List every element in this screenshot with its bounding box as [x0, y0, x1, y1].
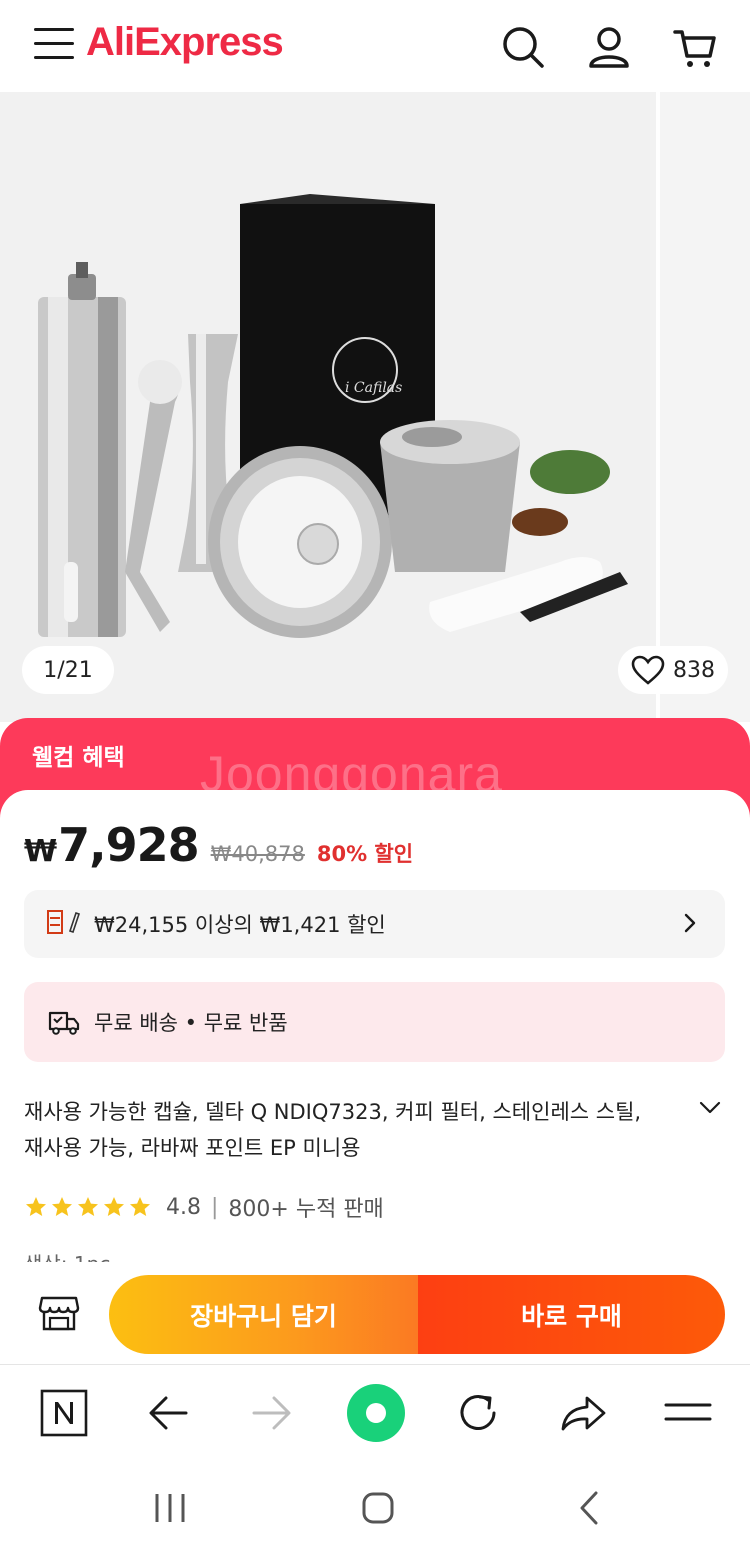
user-icon[interactable] — [586, 24, 632, 70]
sale-price: ₩7,928 — [24, 818, 200, 872]
rating-value: 4.8 — [166, 1194, 201, 1220]
like-count: 838 — [673, 657, 715, 683]
heart-icon — [631, 655, 665, 685]
system-back-icon[interactable] — [570, 1488, 610, 1528]
aliexpress-logo[interactable]: AliExpress — [86, 20, 284, 65]
recent-apps-icon[interactable] — [150, 1488, 190, 1528]
divider: | — [211, 1194, 219, 1220]
delivery-truck-icon — [48, 1011, 80, 1035]
next-product-image[interactable] — [656, 92, 750, 722]
discount-badge: 80% 할인 — [316, 842, 414, 866]
variant-selector-peek[interactable]: 색상: 1pc — [24, 1248, 110, 1262]
watermark-text: Joonggonara — [200, 746, 503, 802]
product-illustration: i Cafilas — [38, 194, 628, 638]
naver-green-dot-button[interactable] — [347, 1384, 405, 1442]
home-icon[interactable] — [358, 1488, 398, 1528]
welcome-benefit-label: 웰컴 혜택 — [32, 745, 125, 771]
search-icon[interactable] — [500, 24, 546, 70]
forward-arrow-icon[interactable] — [244, 1385, 300, 1441]
add-to-cart-button[interactable]: 장바구니 담기 — [109, 1275, 418, 1354]
product-image-gallery[interactable]: i Cafilas — [0, 92, 750, 722]
menu-lines-icon[interactable] — [660, 1385, 716, 1441]
like-button[interactable]: 838 — [618, 646, 728, 694]
product-image[interactable]: i Cafilas — [0, 92, 650, 722]
sales-count: 800+ 누적 판매 — [228, 1197, 384, 1222]
coupon-icon — [46, 909, 84, 940]
star-icon — [130, 1197, 150, 1216]
reload-icon[interactable] — [450, 1385, 506, 1441]
product-title-line-1: 재사용 가능한 캡슐, 델타 Q NDIQ7323, 커피 필터, 스테인레스 … — [24, 1100, 642, 1124]
star-icon — [26, 1197, 46, 1216]
original-price: ₩40,878 — [210, 842, 305, 866]
star-icon — [78, 1197, 98, 1216]
shipping-text: 무료 배송 • 무료 반품 — [94, 1011, 288, 1035]
product-title[interactable]: 재사용 가능한 캡슐, 델타 Q NDIQ7323, 커피 필터, 스테인레스 … — [24, 1094, 684, 1166]
coupon-banner[interactable]: ₩24,155 이상의 ₩1,421 할인 — [24, 890, 725, 958]
product-title-line-2: 재사용 가능, 라바짜 포인트 EP 미니용 — [24, 1136, 361, 1160]
buy-now-button[interactable]: 바로 구매 — [418, 1275, 725, 1354]
image-counter: 1/21 — [22, 646, 114, 694]
box-brand-text: i Cafilas — [345, 380, 402, 396]
back-arrow-icon[interactable] — [140, 1385, 196, 1441]
store-icon[interactable] — [38, 1294, 80, 1332]
menu-icon[interactable] — [34, 28, 74, 62]
price-row: ₩7,928 ₩40,878 80% 할인 — [24, 818, 413, 872]
rating-row[interactable]: 4.8 | 800+ 누적 판매 — [24, 1190, 384, 1224]
star-icon — [52, 1197, 72, 1216]
cart-icon[interactable] — [672, 24, 718, 70]
chevron-down-icon[interactable] — [698, 1100, 722, 1116]
chevron-right-icon — [684, 913, 696, 933]
star-icon — [104, 1197, 124, 1216]
top-header: AliExpress — [0, 0, 750, 92]
shipping-banner[interactable]: 무료 배송 • 무료 반품 — [24, 982, 725, 1062]
star-rating — [24, 1195, 152, 1219]
share-icon[interactable] — [555, 1385, 611, 1441]
naver-home-icon[interactable] — [36, 1385, 92, 1441]
coupon-text: ₩24,155 이상의 ₩1,421 할인 — [94, 913, 386, 937]
